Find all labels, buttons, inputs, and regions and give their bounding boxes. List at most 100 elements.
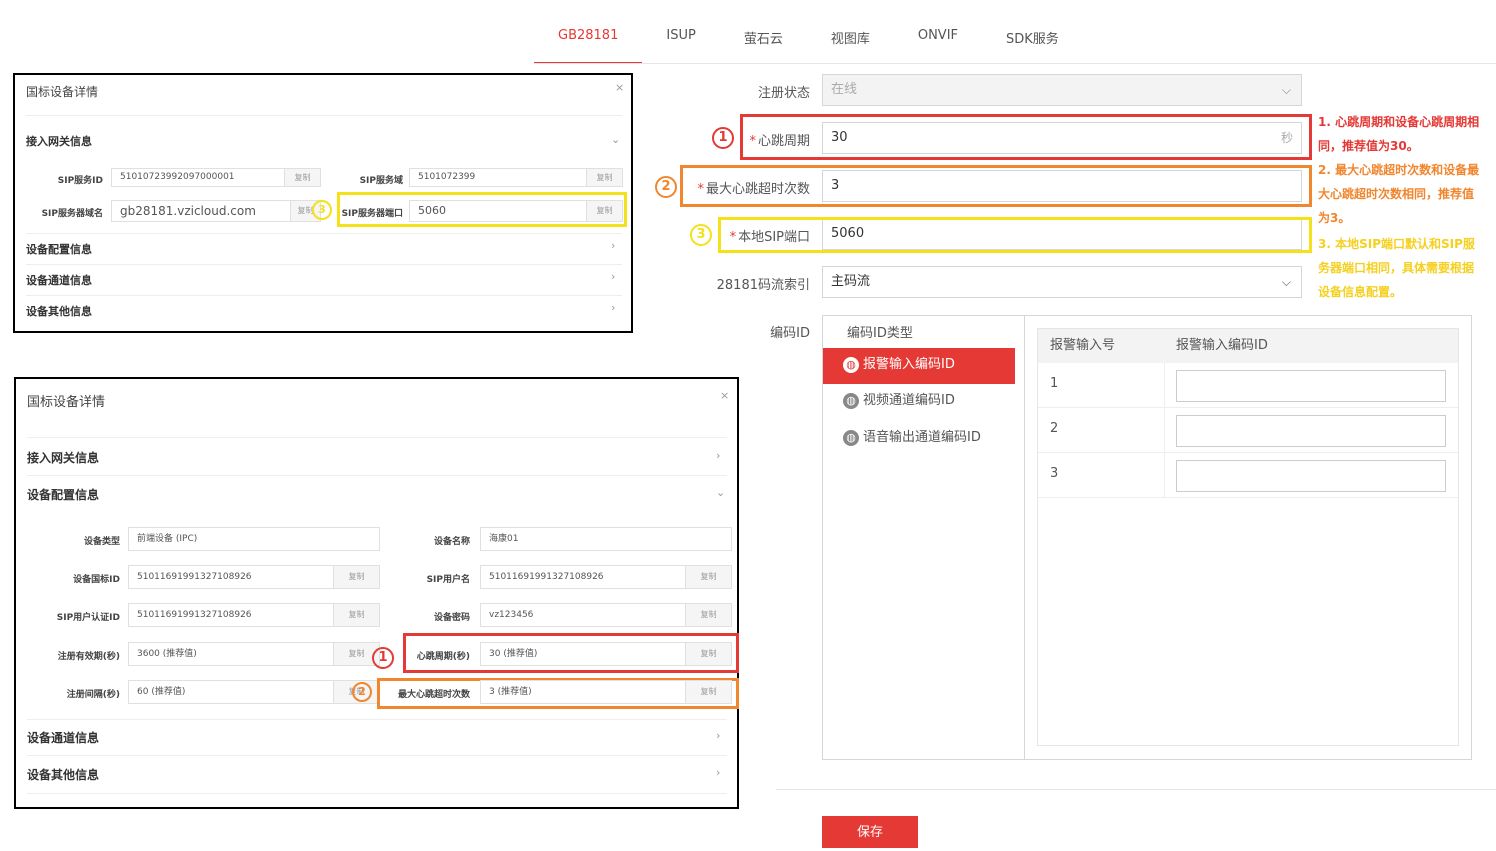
stream-index-select[interactable]: 主码流 ⌵ <box>822 266 1302 298</box>
max-timeout-field: 3 (推荐值) 复制 <box>480 680 732 704</box>
note-line: 大心跳超时次数相同，推荐值 <box>1318 187 1475 201</box>
copy-button[interactable]: 复制 <box>685 643 731 665</box>
tab-view-library[interactable]: 视图库 <box>807 20 894 64</box>
cell-divider <box>1164 363 1165 408</box>
alarm-encode-id-input[interactable] <box>1176 460 1446 492</box>
copy-button[interactable]: 复制 <box>685 566 731 588</box>
reg-status-label: 注册状态 <box>757 86 810 101</box>
chevron-down-icon: ⌵ <box>1281 275 1291 289</box>
sip-user-field: 51011691991327108926 复制 <box>480 565 732 589</box>
tab-sdk-service[interactable]: SDK服务 <box>982 20 1083 64</box>
alarm-input-number: 1 <box>1050 376 1059 391</box>
save-button[interactable]: 保存 <box>822 816 918 848</box>
stream-index-value: 主码流 <box>831 274 871 289</box>
max-timeout-value: 3 (推荐值) <box>489 687 532 697</box>
note-line: 为3。 <box>1318 211 1351 225</box>
alarm-encode-id-input[interactable] <box>1176 415 1446 447</box>
table-row: 3 <box>1038 453 1458 498</box>
note-line: 3. 本地SIP端口默认和SIP服 <box>1318 237 1475 251</box>
table-row: 2 <box>1038 408 1458 453</box>
tab-gb28181[interactable]: GB28181 <box>534 20 643 64</box>
dev-name-field: 海康01 <box>480 527 732 551</box>
sip-auth-value: 51011691991327108926 <box>137 610 252 620</box>
marker-three: 3 <box>312 200 332 220</box>
panel-title: 国标设备详情 <box>27 395 106 410</box>
tab-isup[interactable]: ISUP <box>642 20 719 64</box>
alarm-input-number: 2 <box>1050 421 1059 436</box>
footer-divider <box>776 789 1496 790</box>
reg-valid-field: 3600 (推荐值) 复制 <box>128 642 380 666</box>
sip-port-value: 5060 <box>418 204 446 217</box>
reg-interval-label: 注册间隔(秒) <box>66 690 120 700</box>
alarm-input-number: 3 <box>1050 466 1059 481</box>
copy-button[interactable]: 复制 <box>284 169 320 186</box>
globe-icon: ◍ <box>843 429 859 446</box>
dev-type-label: 设备类型 <box>83 537 120 547</box>
chevron-down-icon: ⌄ <box>716 486 726 499</box>
chevron-down-icon: ⌵ <box>1281 83 1291 97</box>
divider <box>27 719 727 720</box>
reg-interval-value: 60 (推荐值) <box>137 687 186 697</box>
max-timeout-label: 最大心跳超时次数 <box>397 690 470 700</box>
sip-host-value: gb28181.vzicloud.com <box>120 204 256 218</box>
panel-title: 国标设备详情 <box>26 85 99 99</box>
note-line: 设备信息配置。 <box>1318 285 1403 299</box>
chevron-right-icon: › <box>611 270 616 283</box>
reg-status-value: 在线 <box>831 82 858 97</box>
sip-domain-value: 5101072399 <box>418 172 476 182</box>
marker-one: 1 <box>372 647 394 669</box>
section-config[interactable]: 设备配置信息 <box>26 241 92 257</box>
section-gateway[interactable]: 接入网关信息 <box>27 449 99 466</box>
copy-button[interactable]: 复制 <box>333 604 379 626</box>
sip-user-value: 51011691991327108926 <box>489 572 604 582</box>
sip-server-id-label: SIP服务ID <box>57 176 103 186</box>
chevron-right-icon: › <box>716 449 721 462</box>
section-other[interactable]: 设备其他信息 <box>27 766 99 783</box>
heartbeat-value: 30 (推荐值) <box>489 649 538 659</box>
dev-name-label: 设备名称 <box>433 537 470 547</box>
heartbeat-field: 30 (推荐值) 复制 <box>480 642 732 666</box>
marker-two: 2 <box>655 176 677 198</box>
heartbeat-label: 心跳周期(秒) <box>416 652 470 662</box>
gb-id-value: 51011691991327108926 <box>137 572 252 582</box>
alarm-encode-id-input[interactable] <box>1176 370 1446 402</box>
chevron-right-icon: › <box>716 729 721 742</box>
copy-button[interactable]: 复制 <box>685 681 731 703</box>
encode-type-video-channel[interactable]: ◍ 视频通道编码ID <box>823 384 1015 420</box>
tab-ezviz[interactable]: 萤石云 <box>720 20 807 64</box>
divider <box>26 115 622 116</box>
stream-index-label: 28181码流索引 <box>716 278 810 293</box>
copy-button[interactable]: 复制 <box>685 604 731 626</box>
encode-type-audio-output[interactable]: ◍ 语音输出通道编码ID <box>823 421 1015 457</box>
highlight-heartbeat <box>740 114 1312 160</box>
globe-icon: ◍ <box>843 356 859 373</box>
encode-id-label: 编码ID <box>770 326 810 341</box>
dev-pwd-field: vz123456 复制 <box>480 603 732 627</box>
sip-host-label: SIP服务器域名 <box>41 209 103 219</box>
encode-id-panel: 编码ID类型 ◍ 报警输入编码ID ◍ 视频通道编码ID ◍ 语音输出通道编码ID 报… <box>822 315 1472 760</box>
note-heartbeat: 1. 心跳周期和设备心跳周期相 同，推荐值为30。 <box>1318 110 1496 158</box>
copy-button[interactable]: 复制 <box>333 566 379 588</box>
copy-button[interactable]: 复制 <box>586 201 622 221</box>
note-max-timeout: 2. 最大心跳超时次数和设备最 大心跳超时次数相同，推荐值 为3。 <box>1318 158 1496 230</box>
section-gateway[interactable]: 接入网关信息 <box>26 133 92 149</box>
section-config[interactable]: 设备配置信息 <box>27 486 99 503</box>
encode-type-header: 编码ID类型 <box>847 326 913 341</box>
section-channel[interactable]: 设备通道信息 <box>27 729 99 746</box>
sip-port-field: 5060 复制 <box>409 200 623 222</box>
section-other[interactable]: 设备其他信息 <box>26 303 92 319</box>
encode-type-alarm-input[interactable]: ◍ 报警输入编码ID <box>823 348 1015 384</box>
table-header-encode-id: 报警输入编码ID <box>1164 329 1458 363</box>
copy-button[interactable]: 复制 <box>586 169 622 186</box>
section-channel[interactable]: 设备通道信息 <box>26 272 92 288</box>
close-icon[interactable]: × <box>615 81 624 94</box>
alarm-input-table: 报警输入号 报警输入编码ID 1 2 3 <box>1037 328 1459 746</box>
tab-onvif[interactable]: ONVIF <box>894 20 982 64</box>
gb-id-field: 51011691991327108926 复制 <box>128 565 380 589</box>
chevron-right-icon: › <box>611 239 616 252</box>
cell-divider <box>1164 408 1165 453</box>
device-detail-panel-bottom: 国标设备详情 × 接入网关信息 › 设备配置信息 ⌄ 设备类型 前端设备 (IP… <box>14 377 739 809</box>
close-icon[interactable]: × <box>720 389 729 402</box>
marker-one: 1 <box>712 127 734 149</box>
note-line: 务器端口相同，具体需要根据 <box>1318 261 1475 275</box>
